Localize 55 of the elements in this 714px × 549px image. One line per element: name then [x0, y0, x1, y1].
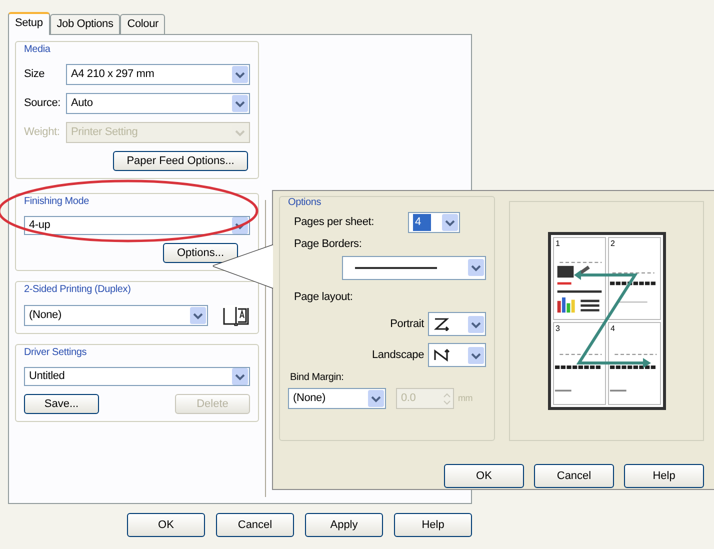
options-button[interactable]: Options... — [163, 243, 238, 263]
caret-icon — [442, 214, 458, 231]
field-label: Landscape — [372, 348, 424, 363]
landscape-layout-dropdown[interactable] — [428, 343, 486, 367]
unit-label: mm — [458, 392, 473, 405]
field-label: Portrait — [390, 316, 424, 332]
group-title: 2-Sided Printing (Duplex) — [24, 284, 131, 296]
save-button[interactable]: Save... — [24, 394, 99, 414]
field-label: Source: — [24, 96, 62, 112]
dialog-button[interactable]: Help — [624, 464, 704, 488]
field-label: Page Borders: — [293, 237, 363, 252]
page-number: 4 — [610, 325, 615, 333]
dropdown-field[interactable]: Untitled — [24, 367, 250, 386]
dialog-button[interactable]: Cancel — [534, 464, 614, 488]
dialog-button[interactable]: Cancel — [216, 513, 294, 537]
caret-icon — [368, 390, 384, 407]
paper-feed-options-button[interactable]: Paper Feed Options... — [113, 151, 248, 171]
dropdown-field[interactable]: A4 210 x 297 mm — [66, 64, 250, 85]
group-title: Driver Settings — [24, 347, 87, 359]
pages-per-sheet-dropdown[interactable]: 4 — [408, 212, 460, 233]
dropdown-field[interactable]: 4-up — [24, 216, 250, 235]
bind-margin-dropdown[interactable]: (None) — [288, 388, 386, 409]
page-borders-dropdown[interactable] — [342, 256, 486, 280]
caret-icon — [468, 259, 484, 276]
tab[interactable]: Setup — [8, 12, 50, 35]
page-number: 3 — [556, 325, 560, 333]
field-label: Size — [24, 67, 46, 82]
dialog-button[interactable]: OK — [127, 513, 205, 537]
spinner-icon — [442, 392, 452, 406]
dropdown-field[interactable]: Auto — [66, 93, 250, 114]
n-order-icon — [433, 348, 451, 362]
group-title: Media — [24, 44, 50, 56]
z-order-icon — [433, 317, 451, 331]
page-number: 2 — [610, 240, 615, 248]
group-title: Options — [288, 197, 322, 209]
dialog-button[interactable]: Help — [394, 513, 472, 537]
caret-icon — [190, 306, 206, 324]
caret-icon — [232, 95, 248, 112]
booklet-icon[interactable] — [222, 304, 250, 326]
field-label: Page layout: — [293, 290, 354, 304]
dialog-button[interactable]: OK — [444, 464, 524, 488]
caret-icon — [232, 66, 248, 83]
page-number: 1 — [556, 240, 560, 248]
group-title: Finishing Mode — [24, 196, 90, 208]
caret-icon — [468, 316, 484, 332]
dialog-button[interactable]: Apply — [305, 513, 383, 537]
field-label: Weight: — [24, 125, 61, 140]
field-label: Bind Margin: — [289, 371, 345, 385]
tab[interactable]: Job Options — [50, 14, 120, 34]
field-label: Pages per sheet: — [294, 215, 375, 230]
dropdown-field[interactable]: (None) — [24, 304, 208, 326]
caret-icon — [468, 346, 484, 364]
caret-icon — [232, 368, 248, 385]
tab[interactable]: Colour — [120, 14, 166, 34]
portrait-layout-dropdown[interactable] — [428, 312, 486, 336]
